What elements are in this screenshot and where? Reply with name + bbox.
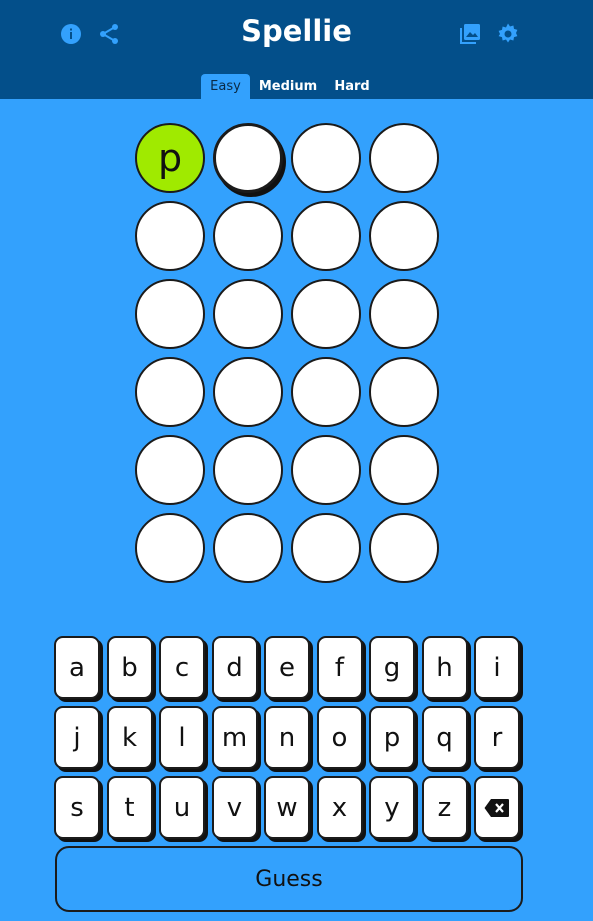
backspace-icon [484,798,509,817]
key-m[interactable]: m [211,706,258,769]
key-y[interactable]: y [369,776,415,839]
letter-cell: p [135,123,205,193]
letter-cell [291,123,361,193]
guess-button[interactable]: Guess [55,846,523,912]
letter-cell [213,435,283,505]
tab-medium[interactable]: Medium [257,74,319,99]
key-g[interactable]: g [369,636,415,699]
key-s[interactable]: s [54,776,100,839]
letter-cell [291,435,361,505]
key-n[interactable]: n [264,706,310,769]
letter-cell [291,201,361,271]
letter-cell [213,201,283,271]
key-f[interactable]: f [316,636,363,699]
settings-icon[interactable] [496,22,520,46]
letter-cell [135,201,205,271]
letter-cell [291,279,361,349]
key-t[interactable]: t [106,776,153,839]
key-j[interactable]: j [54,706,100,769]
key-c[interactable]: c [159,636,205,699]
key-u[interactable]: u [159,776,205,839]
letter-cell [369,279,439,349]
backspace-key[interactable] [474,776,520,839]
letter-cell [369,513,439,583]
letter-cell [135,513,205,583]
key-p[interactable]: p [369,706,415,769]
letter-cell [369,123,439,193]
letter-cell [135,279,205,349]
difficulty-tabs: Easy Medium Hard [0,74,593,99]
letter-cell [135,357,205,427]
key-l[interactable]: l [159,706,205,769]
key-k[interactable]: k [106,706,153,769]
key-h[interactable]: h [421,636,468,699]
letter-cell [369,357,439,427]
tab-easy[interactable]: Easy [201,74,250,99]
letter-cell [213,123,283,193]
app-header: Spellie Easy Medium Hard [0,0,593,99]
key-d[interactable]: d [211,636,258,699]
key-i[interactable]: i [474,636,520,699]
letter-cell [369,435,439,505]
letter-cell [291,513,361,583]
gallery-icon[interactable] [458,22,482,46]
key-a[interactable]: a [54,636,100,699]
letter-cell [135,435,205,505]
key-e[interactable]: e [264,636,310,699]
letter-cell [213,357,283,427]
key-w[interactable]: w [264,776,310,839]
key-q[interactable]: q [421,706,468,769]
key-x[interactable]: x [316,776,363,839]
key-v[interactable]: v [211,776,258,839]
key-o[interactable]: o [316,706,363,769]
letter-cell [291,357,361,427]
letter-cell [213,279,283,349]
tab-hard[interactable]: Hard [330,74,374,99]
letter-cell [369,201,439,271]
key-r[interactable]: r [474,706,520,769]
key-b[interactable]: b [106,636,153,699]
letter-cell [213,513,283,583]
key-z[interactable]: z [421,776,468,839]
